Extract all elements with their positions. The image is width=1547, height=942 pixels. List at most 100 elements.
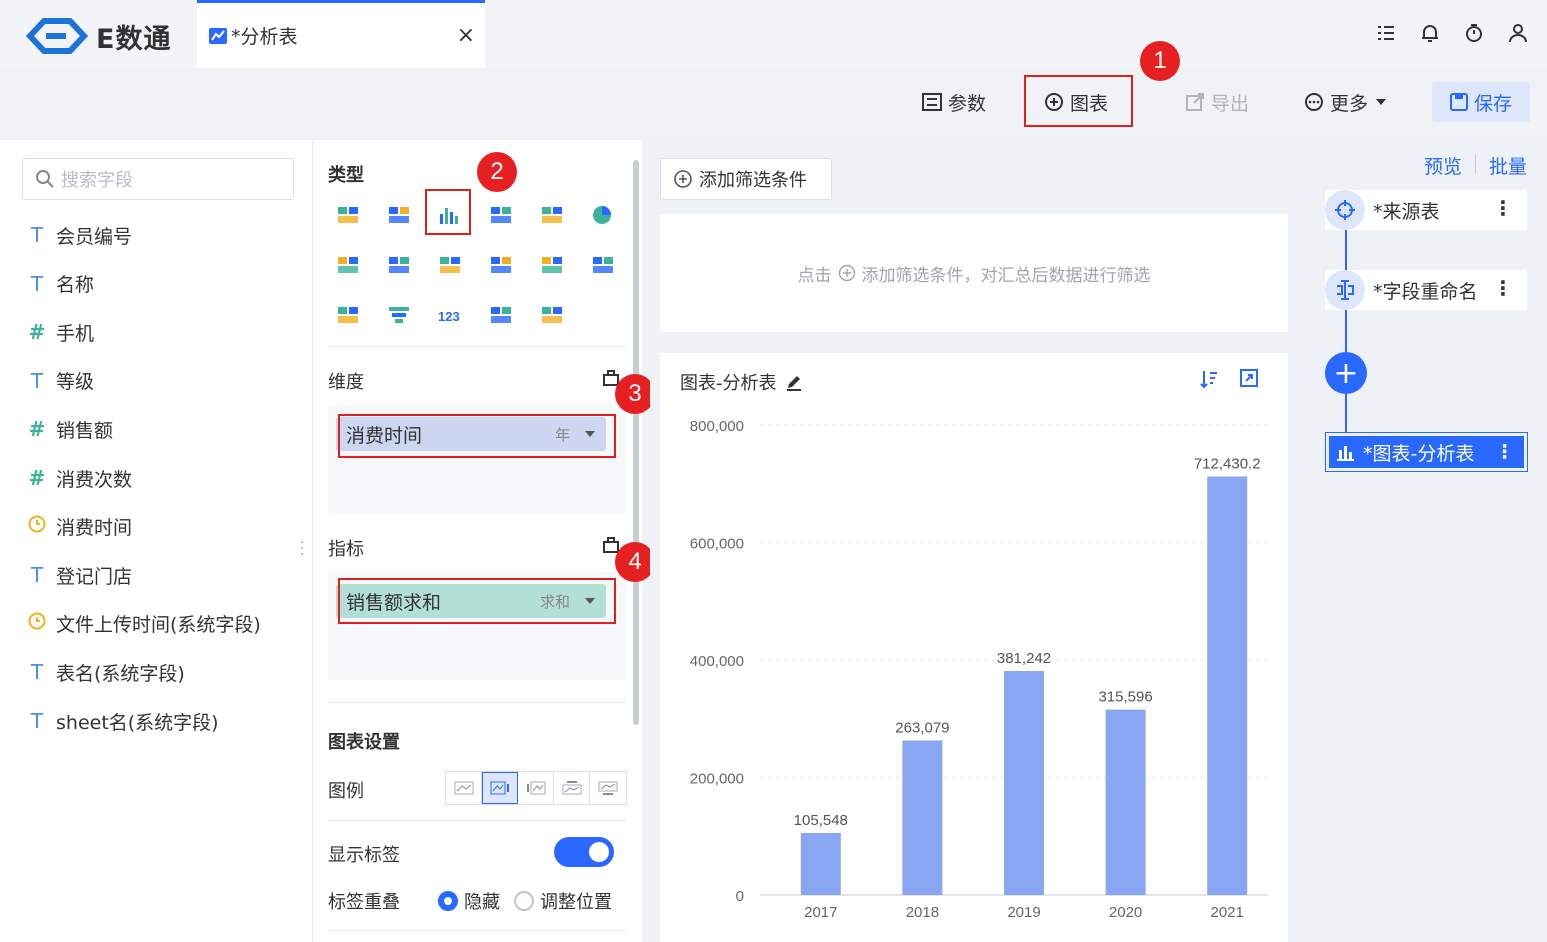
x-tick-label: 2019 [1007,904,1040,921]
field-label: sheet名(系统字段) [56,711,219,734]
filter-dropzone[interactable]: 点击 添加筛选条件，对汇总后数据进行筛选 [660,214,1288,332]
data-label: 105,548 [794,812,848,829]
field-item[interactable]: T 名称 [26,269,94,299]
type-title: 类型 [328,165,364,186]
flow-connector [1345,230,1347,272]
drag-handle-icon[interactable]: · · · [300,536,304,562]
funnel-icon[interactable] [384,300,414,330]
area-chart-icon[interactable] [333,250,363,280]
save-button[interactable]: 保存 [1432,82,1531,122]
bell-icon[interactable] [1419,22,1441,44]
chart-card: 图表-分析表 0 200,000 400,000 600,000 800,000 105,… [660,353,1288,942]
filter-hint-prefix: 点击 [797,265,832,286]
flow-node-label: *来源表 [1373,200,1440,223]
add-filter-button[interactable]: 添加筛选条件 [660,158,832,200]
field-item[interactable]: # 手机 [26,317,94,347]
batch-link[interactable]: 批量 [1489,152,1527,179]
logo-text: E数通 [96,23,172,55]
text-type-icon: T [30,271,44,296]
table-icon[interactable] [384,200,414,230]
field-item[interactable]: 消费时间 [26,512,132,542]
tab-analysis[interactable]: *分析表 × [197,0,485,68]
field-item[interactable]: # 销售额 [26,414,113,444]
data-label: 315,596 [1098,689,1152,706]
more-vertical-icon[interactable]: ⋮ [1493,276,1513,300]
toolbar: 参数 图表 导出 更多 保存 [0,68,1547,134]
legend-top-option[interactable] [554,772,590,804]
y-tick-label: 600,000 [690,536,744,553]
save-label: 保存 [1474,92,1513,115]
timer-icon[interactable] [1463,22,1485,44]
more-vertical-icon[interactable]: ⋮ [1495,441,1514,463]
scatter-icon[interactable] [537,250,567,280]
x-tick-label: 2017 [804,904,837,921]
search-icon [36,170,54,188]
field-item[interactable]: T 登记门店 [26,560,132,590]
combo-line-icon[interactable] [537,200,567,230]
map-icon[interactable] [384,250,414,280]
legend-bottom-option[interactable] [590,772,626,804]
add-node-button[interactable]: + [1325,352,1367,394]
add-circle-icon [674,170,692,188]
highlight-box-dimension [338,414,616,458]
gauge-icon[interactable] [435,250,465,280]
stacked-bar-icon[interactable] [486,250,516,280]
legend-none-option[interactable] [446,772,482,804]
show-labels-toggle[interactable] [554,837,614,867]
chart-settings-title: 图表设置 [328,732,400,753]
field-item[interactable]: # 消费次数 [26,463,132,493]
add-filter-label: 添加筛选条件 [699,170,807,191]
horizontal-bar-icon[interactable] [486,200,516,230]
task-list-icon[interactable] [1375,22,1397,44]
legend-left-option[interactable] [518,772,554,804]
field-label: 表名(系统字段) [56,662,185,685]
field-item[interactable]: T 会员编号 [26,220,132,250]
text-type-icon: T [30,223,44,247]
field-item[interactable]: T 表名(系统字段) [26,657,185,687]
flow-node-chart[interactable]: *图表-分析表 ⋮ [1325,432,1528,472]
close-icon[interactable]: × [457,23,475,48]
flow-node-label: *图表-分析表 [1363,442,1475,465]
field-item[interactable]: Tsheet名(系统字段) [26,706,219,736]
heatmap-icon[interactable] [537,300,567,330]
word-cloud-icon[interactable] [486,300,516,330]
kpi-number-icon[interactable]: 123 [435,300,465,330]
legend-right-option[interactable] [482,772,518,804]
show-labels-label: 显示标签 [328,845,400,866]
highlight-box-bar-type [425,189,471,235]
field-panel: 搜索字段 T 会员编号 T 名称 # 手机 T 等级 # 销售额 # 消费次数 消费时间 T 登记门店 文件上… [0,140,312,942]
overlap-hide-radio[interactable]: 隐藏 [438,888,500,914]
params-button[interactable]: 参数 [922,82,986,122]
search-input[interactable]: 搜索字段 [22,158,294,200]
treemap-icon[interactable] [588,250,618,280]
highlight-box-metric [338,578,616,624]
label-overlap-label: 标签重叠 [328,892,400,913]
flow-node-source[interactable]: *来源表 ⋮ [1325,190,1527,230]
clock-icon [26,514,48,539]
app-logo[interactable]: E数通 [26,16,186,56]
flow-connector [1345,394,1347,432]
dimension-title: 维度 [328,372,364,393]
more-button[interactable]: 更多 [1304,82,1388,122]
more-vertical-icon[interactable]: ⋮ [1493,196,1513,220]
preview-link[interactable]: 预览 [1424,152,1462,179]
bar [800,832,841,895]
field-item[interactable]: 文件上传时间(系统字段) [26,609,261,639]
number-type-icon: # [28,466,46,490]
field-label: 等级 [56,371,95,394]
flow-node-rename[interactable]: *字段重命名 ⋮ [1325,270,1527,310]
export-button[interactable]: 导出 [1185,82,1249,122]
user-icon[interactable] [1507,22,1529,44]
pie-chart-icon[interactable] [588,200,618,230]
flow-panel: 预览 批量 *来源表 ⋮ *字段重命名 ⋮ + *图表-分析表 ⋮ [1305,140,1547,942]
radar-icon[interactable] [333,300,363,330]
legend-label: 图例 [328,781,364,802]
clock-icon [26,611,48,636]
field-item[interactable]: T 等级 [26,366,94,396]
more-circle-icon [1305,93,1323,111]
save-icon [1450,93,1468,111]
config-scrollbar[interactable] [633,160,639,725]
crosstab-icon[interactable] [333,200,363,230]
divider [328,930,626,931]
overlap-adjust-radio[interactable]: 调整位置 [514,888,612,914]
